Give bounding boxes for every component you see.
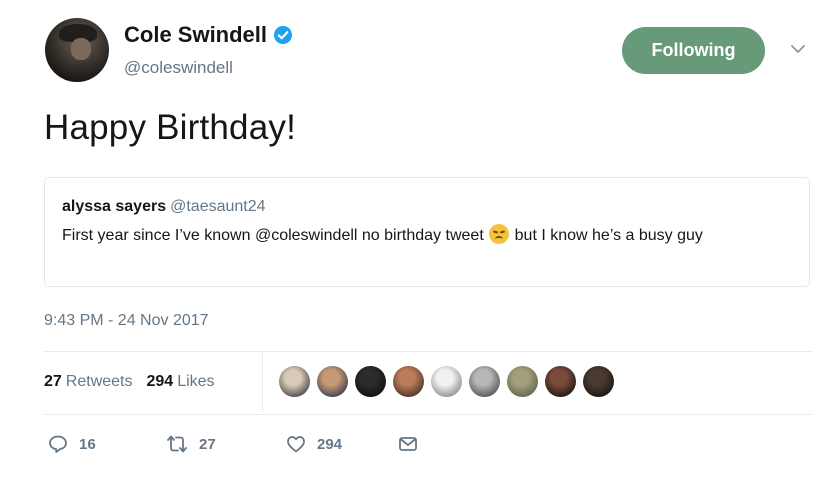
liker-avatar-3[interactable] xyxy=(355,366,386,397)
stats-top-divider xyxy=(44,351,813,352)
liker-avatar-4[interactable] xyxy=(393,366,424,397)
liker-avatar-1[interactable] xyxy=(279,366,310,397)
quoted-text-before-emoji: First year since I’ve known @coleswindel… xyxy=(62,227,489,244)
stats-separator xyxy=(262,351,263,413)
retweets-stat[interactable]: 27 Retweets xyxy=(44,373,133,391)
envelope-icon xyxy=(399,437,417,451)
reply-action[interactable]: 16 xyxy=(47,433,165,455)
author-display-name[interactable]: Cole Swindell xyxy=(124,22,267,48)
liker-avatar-9[interactable] xyxy=(583,366,614,397)
quoted-tweet[interactable]: alyssa sayers @taesaunt24 First year sinc… xyxy=(44,177,810,287)
liker-avatar-2[interactable] xyxy=(317,366,348,397)
retweet-action[interactable]: 27 xyxy=(165,433,285,455)
retweet-count: 27 xyxy=(199,435,216,453)
following-button[interactable]: Following xyxy=(622,27,765,74)
quoted-tweet-text: First year since I’ve known @coleswindel… xyxy=(62,224,792,248)
author-handle[interactable]: @coleswindell xyxy=(124,58,233,78)
liker-avatar-8[interactable] xyxy=(545,366,576,397)
heart-icon xyxy=(287,436,305,453)
liker-avatars xyxy=(279,366,614,397)
liker-avatar-5[interactable] xyxy=(431,366,462,397)
tweet-actions: 16 27 294 xyxy=(47,433,419,455)
verified-badge-icon xyxy=(274,26,293,44)
disappointed-face-icon xyxy=(489,224,510,244)
like-action[interactable]: 294 xyxy=(285,433,397,455)
tweet-timestamp[interactable]: 9:43 PM - 24 Nov 2017 xyxy=(44,312,209,330)
quoted-text-after-emoji: but I know he’s a busy guy xyxy=(510,227,703,244)
author-name-row: Cole Swindell xyxy=(124,22,293,48)
likes-stat[interactable]: 294 Likes xyxy=(147,373,215,391)
liker-avatar-7[interactable] xyxy=(507,366,538,397)
like-count: 294 xyxy=(317,435,343,453)
stats-bottom-divider xyxy=(44,414,813,415)
quoted-tweet-header: alyssa sayers @taesaunt24 xyxy=(62,198,266,216)
direct-message-action[interactable] xyxy=(397,433,419,455)
quoted-handle: @taesaunt24 xyxy=(170,198,266,215)
tweet-text: Happy Birthday! xyxy=(44,108,297,147)
retweets-stat-count: 27 xyxy=(44,373,62,390)
retweets-stat-label: Retweets xyxy=(65,373,133,390)
retweet-icon xyxy=(167,435,187,453)
author-avatar[interactable] xyxy=(45,18,109,82)
tweet-stats: 27 Retweets 294 Likes xyxy=(44,373,215,391)
reply-count: 16 xyxy=(79,435,96,453)
chevron-down-icon[interactable] xyxy=(789,42,807,56)
avatar-face xyxy=(71,38,91,60)
likes-stat-count: 294 xyxy=(146,373,174,390)
likes-stat-label: Likes xyxy=(177,373,215,390)
quoted-display-name: alyssa sayers xyxy=(62,198,167,215)
liker-avatar-6[interactable] xyxy=(469,366,500,397)
reply-icon xyxy=(49,435,67,453)
